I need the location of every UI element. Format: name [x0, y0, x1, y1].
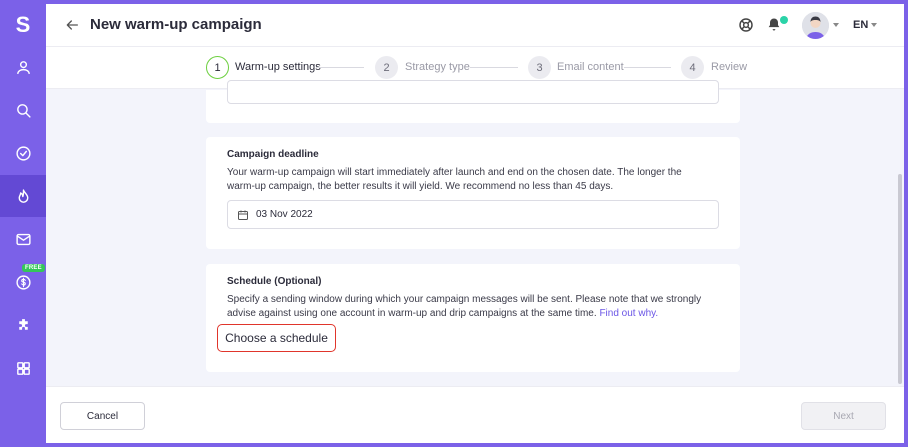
sidebar-item-integrations[interactable] [0, 304, 46, 346]
mail-icon [15, 233, 31, 245]
sidebar-item-campaigns[interactable] [0, 218, 46, 260]
search-icon [16, 103, 31, 118]
sidebar-item-verify[interactable] [0, 132, 46, 174]
schedule-description: Specify a sending window during which yo… [227, 293, 707, 321]
sidebar-item-warmup[interactable] [0, 175, 46, 217]
deadline-description: Your warm-up campaign will start immedia… [227, 167, 682, 192]
deadline-date-field[interactable]: 03 Nov 2022 [227, 200, 719, 229]
page-title: New warm-up campaign [90, 16, 262, 33]
deadline-date-value: 03 Nov 2022 [256, 209, 313, 220]
calendar-icon [238, 210, 248, 220]
back-arrow-icon[interactable] [64, 17, 80, 33]
app-logo[interactable]: S [0, 8, 46, 42]
flame-icon [18, 188, 28, 203]
next-button[interactable]: Next [801, 402, 886, 430]
step-connector [316, 67, 364, 68]
step-connector [470, 67, 518, 68]
step-1-number: 1 [206, 56, 229, 79]
step-3-number: 3 [528, 56, 551, 79]
main-panel: New warm-up campaign EN 1 Warm-up settin… [46, 4, 904, 443]
step-2-label: Strategy type [405, 61, 470, 73]
schedule-title: Schedule (Optional) [227, 276, 322, 287]
schedule-card: Schedule (Optional) Specify a sending wi… [206, 264, 740, 372]
page-header: New warm-up campaign EN [46, 4, 904, 47]
user-icon [16, 60, 30, 74]
partial-input-field[interactable] [227, 80, 719, 104]
avatar-person-icon [802, 12, 829, 39]
step-connector [624, 67, 671, 68]
sidebar: S FREE [0, 0, 46, 447]
step-1-label: Warm-up settings [235, 61, 321, 73]
deadline-title: Campaign deadline [227, 149, 319, 160]
puzzle-icon [18, 318, 28, 330]
sidebar-item-search[interactable] [0, 89, 46, 131]
cancel-button[interactable]: Cancel [60, 402, 145, 430]
check-circle-icon [15, 145, 31, 161]
avatar-chevron-down-icon[interactable] [833, 23, 839, 27]
avatar[interactable] [802, 12, 829, 39]
choose-schedule-button[interactable]: Choose a schedule [217, 324, 336, 352]
dollar-icon [15, 274, 31, 290]
step-4-label: Review [711, 61, 748, 73]
footer-bar: Cancel Next [46, 386, 904, 443]
sidebar-item-apps[interactable] [0, 347, 46, 389]
language-selector[interactable]: EN [853, 19, 868, 31]
step-4-number: 4 [681, 56, 704, 79]
notification-dot [780, 16, 788, 24]
campaign-deadline-card: Campaign deadline Your warm-up campaign … [206, 137, 740, 249]
help-lifebuoy-icon[interactable] [738, 17, 754, 33]
free-badge: FREE [22, 264, 45, 272]
sidebar-item-contacts[interactable] [0, 46, 46, 88]
step-3-label: Email content [557, 61, 624, 73]
scrollbar[interactable] [898, 174, 902, 384]
step-2-number: 2 [375, 56, 398, 79]
previous-settings-card [206, 80, 740, 123]
language-chevron-down-icon[interactable] [871, 23, 877, 27]
apps-icon [16, 361, 30, 375]
find-out-why-link[interactable]: Find out why. [599, 308, 658, 319]
